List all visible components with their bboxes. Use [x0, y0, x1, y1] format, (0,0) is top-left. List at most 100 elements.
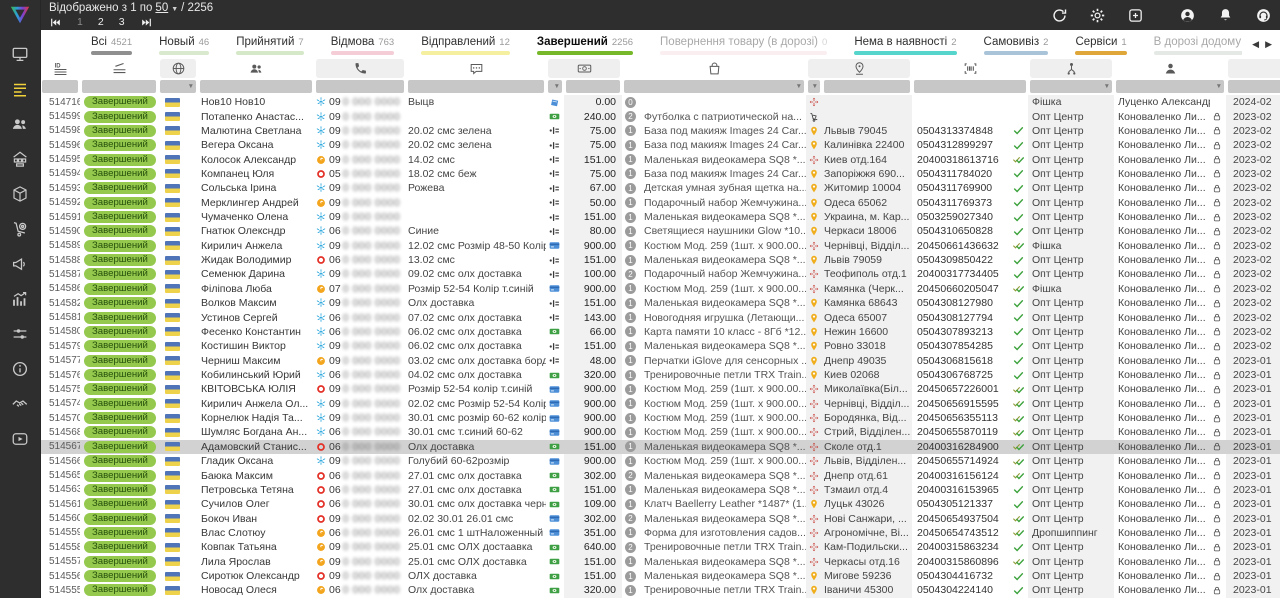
app-logo[interactable] [0, 0, 40, 30]
column-header-country[interactable] [160, 59, 196, 78]
filter-input-14[interactable] [1228, 80, 1280, 93]
order-row[interactable]: 514588ЗавершенийЖидак Володимир060 000 0… [40, 253, 1280, 267]
tab-Сервіси[interactable]: Сервіси1 [1075, 30, 1126, 58]
tab-Повернення товару (в дорозі)[interactable]: Повернення товару (в дорозі)0 [660, 30, 827, 58]
order-row[interactable]: 514591ЗавершенийЧумаченко Олена090 000 0… [40, 210, 1280, 224]
filter-input-3[interactable] [200, 80, 312, 93]
filter-dropdown-icon[interactable]: ▼ [188, 83, 194, 90]
sidebar-item-orders[interactable] [0, 80, 40, 98]
order-row[interactable]: 514577ЗавершенийЧерниш Максим090 000 000… [40, 353, 1280, 367]
filter-dropdown-icon[interactable]: ▼ [1104, 83, 1110, 90]
order-row[interactable]: 514589ЗавершенийКирилич Анжела090 000 00… [40, 239, 1280, 253]
order-row[interactable]: 514594ЗавершенийКомпанец Юля050 000 0000… [40, 167, 1280, 181]
order-row[interactable]: 514558ЗавершенийКовпак Татьяна090 000 00… [40, 540, 1280, 554]
add-order-button[interactable] [1127, 7, 1144, 24]
sidebar-item-info[interactable] [0, 360, 40, 378]
tabs-scroll-right-icon[interactable]: ▶ [1265, 39, 1272, 50]
page-number-3[interactable]: 3 [119, 16, 125, 28]
tab-В дорозі додому[interactable]: В дорозі додому0 [1154, 30, 1251, 58]
notifications-button[interactable] [1217, 7, 1234, 24]
sidebar-item-tutorials[interactable] [0, 430, 40, 448]
sidebar-item-partners[interactable] [0, 395, 40, 413]
order-row[interactable]: 514598ЗавершенийМалютина Светлана090 000… [40, 124, 1280, 138]
column-header-products[interactable] [624, 59, 804, 78]
column-header-delivery[interactable] [808, 59, 910, 78]
order-row[interactable]: 514580ЗавершенийФесенко Константин060 00… [40, 325, 1280, 339]
order-row[interactable]: 514599ЗавершенийПотапенко Анастас...090 … [40, 109, 1280, 123]
filter-input-11[interactable] [914, 80, 1026, 93]
order-row[interactable]: 514593ЗавершенийСольська Ірина090 000 00… [40, 181, 1280, 195]
order-row[interactable]: 514592ЗавершенийМерклингер Андрей090 000… [40, 196, 1280, 210]
order-row[interactable]: 514567ЗавершенийАдамовский Станис...060 … [40, 440, 1280, 454]
order-row[interactable]: 514582ЗавершенийВолков Максим090 000 000… [40, 296, 1280, 310]
order-row[interactable]: 514561ЗавершенийСучилов Олег060 000 0000… [40, 497, 1280, 511]
filter-input-5[interactable] [408, 80, 544, 93]
last-page-button[interactable] [140, 16, 153, 29]
sidebar-item-structure[interactable] [0, 150, 40, 168]
tabs-scroll-left-icon[interactable]: ◀ [1252, 39, 1259, 50]
order-row[interactable]: 514559ЗавершенийВлас Слотюу060 000 00002… [40, 526, 1280, 540]
filter-input-8[interactable]: ▼ [624, 80, 804, 93]
order-row[interactable]: 514560ЗавершенийБокоч Иван090 000 000002… [40, 511, 1280, 525]
order-row[interactable]: 514566ЗавершенийГладик Оксана090 000 000… [40, 454, 1280, 468]
order-row[interactable]: 514565ЗавершенийБаюка Максим060 000 0000… [40, 468, 1280, 482]
order-row[interactable]: 514556ЗавершенийСиротюк Олександр090 000… [40, 569, 1280, 583]
order-row[interactable]: 514555ЗавершенийНовосад Олеся060 000 000… [40, 583, 1280, 597]
filter-dropdown-icon[interactable]: ▼ [554, 83, 560, 90]
page-size-select[interactable]: 50 [155, 2, 168, 14]
order-row[interactable]: 514557ЗавершенийЛила Ярослав090 000 0000… [40, 555, 1280, 569]
filter-dropdown-icon[interactable]: ▼ [1216, 83, 1222, 90]
order-row[interactable]: 514579ЗавершенийКостишин Виктор090 000 0… [40, 339, 1280, 353]
sidebar-item-marketing[interactable] [0, 255, 40, 273]
order-row[interactable]: 514575ЗавершенийКВІТОВСЬКА ЮЛІЯ090 000 0… [40, 382, 1280, 396]
column-header-status[interactable] [82, 59, 156, 78]
filter-input-2[interactable]: ▼ [160, 80, 196, 93]
filter-input-6[interactable]: ▼ [548, 80, 562, 93]
tab-Всі[interactable]: Всі4521 [91, 30, 132, 58]
page-number-1[interactable]: 1 [77, 16, 83, 28]
order-row[interactable]: 514590ЗавершенийГнатюк Олексндр060 000 0… [40, 224, 1280, 238]
refresh-button[interactable] [1051, 7, 1068, 24]
sidebar-item-integrations[interactable] [0, 325, 40, 343]
order-row[interactable]: 514581ЗавершенийУстинов Сергей060 000 00… [40, 310, 1280, 324]
order-row[interactable]: 514716ЗавершенийНов10 Нов10090 000 0000В… [40, 95, 1280, 109]
order-row[interactable]: 514595ЗавершенийКолосок Александр090 000… [40, 152, 1280, 166]
sidebar-item-products[interactable] [0, 185, 40, 203]
order-row[interactable]: 514563ЗавершенийПетровська Тетяна060 000… [40, 483, 1280, 497]
column-header-manager[interactable] [1116, 59, 1224, 78]
column-header-client[interactable] [200, 59, 312, 78]
tab-Відмова[interactable]: Відмова763 [331, 30, 394, 58]
tab-Завершений[interactable]: Завершений2256 [537, 30, 633, 58]
sidebar-item-clients[interactable] [0, 115, 40, 133]
filter-input-7[interactable] [566, 80, 620, 93]
settings-button[interactable] [1089, 7, 1106, 24]
order-row[interactable]: 514587ЗавершенийСеменюк Дарина090 000 00… [40, 267, 1280, 281]
column-header-comment[interactable] [408, 59, 544, 78]
support-button[interactable] [1255, 7, 1272, 24]
order-row[interactable]: 514586ЗавершенийФіліпова Люба070 000 000… [40, 282, 1280, 296]
sidebar-item-procurement[interactable] [0, 220, 40, 238]
filter-input-13[interactable]: ▼ [1116, 80, 1224, 93]
column-header-phone[interactable] [316, 59, 404, 78]
tab-Прийнятий[interactable]: Прийнятий7 [236, 30, 304, 58]
column-header-payment[interactable] [548, 59, 620, 78]
first-page-button[interactable] [49, 16, 62, 29]
order-row[interactable]: 514570ЗавершенийКорнелюк Надія Та...090 … [40, 411, 1280, 425]
column-header-source[interactable] [1030, 59, 1112, 78]
page-number-2[interactable]: 2 [98, 16, 104, 28]
filter-input-9[interactable]: ▼ [808, 80, 820, 93]
sidebar-item-dashboard[interactable] [0, 45, 40, 63]
filter-dropdown-icon[interactable]: ▼ [812, 83, 818, 90]
filter-input-4[interactable] [316, 80, 404, 93]
column-header-date[interactable] [1228, 59, 1280, 78]
tab-Нема в наявності[interactable]: Нема в наявності2 [854, 30, 956, 58]
profile-button[interactable] [1179, 7, 1196, 24]
column-header-tracking[interactable] [914, 59, 1026, 78]
filter-input-1[interactable] [82, 80, 156, 93]
tab-Новый[interactable]: Новый46 [159, 30, 209, 58]
filter-input-12[interactable]: ▼ [1030, 80, 1112, 93]
tab-Самовивіз[interactable]: Самовивіз2 [984, 30, 1049, 58]
filter-input-0[interactable] [42, 80, 78, 93]
tab-Відправлений[interactable]: Відправлений12 [421, 30, 510, 58]
column-header-id[interactable] [42, 59, 78, 78]
